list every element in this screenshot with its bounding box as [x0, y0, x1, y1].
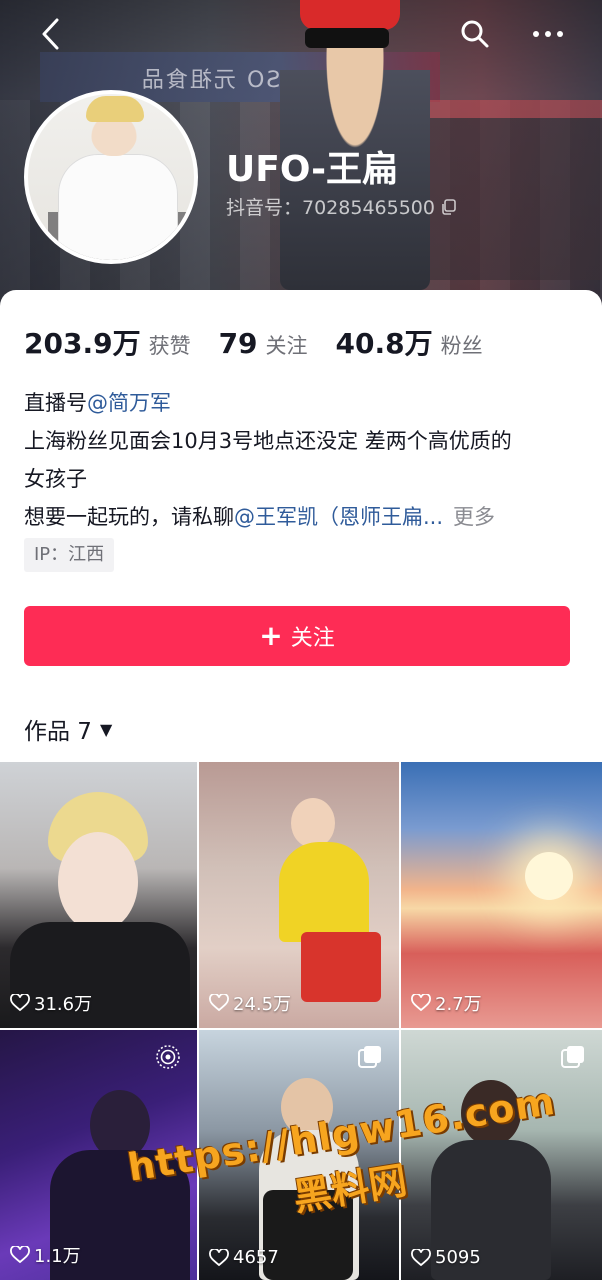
- multi-image-icon: [358, 1046, 381, 1068]
- stat-value: 40.8万: [335, 327, 433, 360]
- follow-button[interactable]: + 关注: [24, 606, 570, 666]
- plus-icon: +: [259, 619, 283, 652]
- video-thumbnail[interactable]: 2.7万: [401, 762, 602, 1028]
- profile-stats: 203.9万 获赞 79 关注 40.8万 粉丝: [24, 322, 511, 362]
- stat-likes[interactable]: 203.9万 获赞: [24, 322, 191, 362]
- stat-label: 关注: [265, 334, 308, 358]
- stat-following[interactable]: 79 关注: [219, 327, 308, 360]
- douyin-id-text: 抖音号：70285465500: [226, 197, 435, 219]
- heart-icon: [209, 1248, 229, 1266]
- works-tab-label: 作品 7: [24, 719, 92, 745]
- heart-icon: [411, 994, 431, 1012]
- heart-icon: [209, 994, 229, 1012]
- heart-icon: [411, 1248, 431, 1266]
- bio-line-2: 上海粉丝见面会10月3号地点还没定 差两个高优质的: [24, 429, 512, 453]
- video-likes-count: 5095: [435, 1247, 481, 1268]
- video-likes-count: 31.6万: [34, 994, 93, 1015]
- stat-value: 203.9万: [24, 327, 141, 360]
- copy-icon[interactable]: [441, 198, 457, 215]
- bio-line-4: 想要一起玩的，请私聊@王军凯（恩师王扁... 更多: [24, 498, 584, 536]
- video-likes-count: 24.5万: [233, 994, 292, 1015]
- profile-nickname: UFO-王扁: [226, 149, 399, 190]
- video-likes: 31.6万: [10, 990, 92, 1016]
- more-button[interactable]: [528, 16, 568, 52]
- search-icon: [461, 20, 489, 48]
- video-likes-count: 4657: [233, 1247, 279, 1268]
- bio-more-link[interactable]: 更多: [453, 505, 495, 529]
- stat-followers[interactable]: 40.8万 粉丝: [336, 322, 483, 362]
- video-likes: 1.1万: [10, 1242, 81, 1268]
- video-likes: 24.5万: [209, 990, 291, 1016]
- video-thumbnail[interactable]: 4657: [199, 1030, 399, 1280]
- avatar[interactable]: [24, 90, 198, 264]
- cover-person-hat: [300, 0, 400, 30]
- douyin-id[interactable]: 抖音号：70285465500: [226, 193, 457, 220]
- tab-works[interactable]: 作品 7 ▼: [24, 712, 112, 746]
- video-thumbnail[interactable]: 24.5万: [199, 762, 399, 1028]
- bio-mention-live[interactable]: @简万军: [87, 391, 171, 415]
- video-likes: 4657: [209, 1247, 279, 1268]
- heart-icon: [10, 994, 30, 1012]
- chevron-left-icon: [42, 18, 59, 50]
- live-ring-icon: [156, 1045, 180, 1069]
- search-button[interactable]: [458, 16, 492, 52]
- bio-contact-prefix: 想要一起玩的，请私聊: [24, 505, 234, 529]
- video-thumbnail[interactable]: 31.6万: [0, 762, 197, 1028]
- video-likes: 5095: [411, 1247, 481, 1268]
- stat-label: 获赞: [148, 334, 191, 358]
- heart-icon: [10, 1246, 30, 1264]
- ip-location-badge: IP：江西: [24, 538, 115, 572]
- stat-value: 79: [218, 327, 258, 360]
- bio-line-3: 女孩子: [24, 467, 87, 491]
- video-thumbnail[interactable]: 1.1万: [0, 1030, 197, 1280]
- back-button[interactable]: [34, 16, 66, 52]
- video-likes: 2.7万: [411, 990, 482, 1016]
- stat-label: 粉丝: [440, 334, 483, 358]
- video-thumbnail[interactable]: 5095: [401, 1030, 602, 1280]
- profile-bio: 直播号@简万军 上海粉丝见面会10月3号地点还没定 差两个高优质的 女孩子 想要…: [24, 384, 584, 536]
- bio-mention-contact[interactable]: @王军凯（恩师王扁...: [234, 505, 443, 529]
- cover-person-glasses: [305, 28, 389, 48]
- follow-button-label: 关注: [290, 626, 335, 651]
- multi-image-icon: [561, 1046, 584, 1068]
- caret-down-icon: ▼: [99, 719, 113, 739]
- more-dots-icon: [533, 31, 563, 37]
- video-likes-count: 2.7万: [435, 994, 482, 1015]
- bio-live-prefix: 直播号: [24, 391, 87, 415]
- video-likes-count: 1.1万: [34, 1246, 81, 1267]
- video-grid: 31.6万 24.5万 2.7万 1.1万 4657 5095: [0, 762, 602, 1280]
- bio-line-1: 直播号@简万军: [24, 384, 584, 422]
- cover-shop: [400, 100, 602, 280]
